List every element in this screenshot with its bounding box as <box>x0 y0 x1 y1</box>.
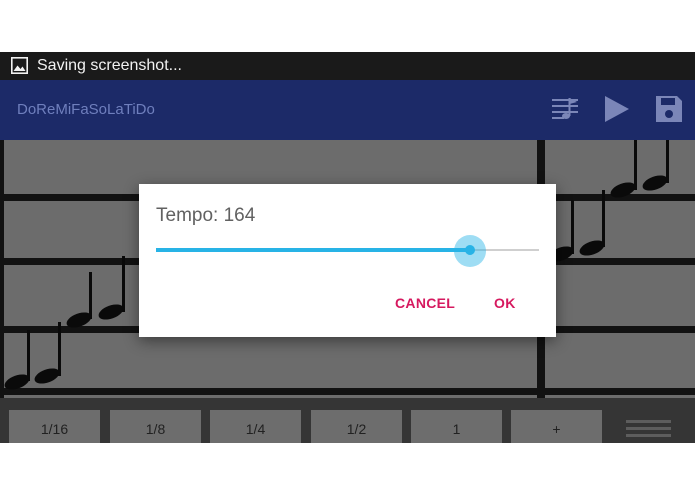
image-icon <box>11 57 28 74</box>
cancel-button[interactable]: CANCEL <box>395 295 455 311</box>
status-bar: Saving screenshot... <box>0 52 695 80</box>
app-bar: DoReMiFaSoLaTiDo <box>0 80 695 140</box>
tempo-slider[interactable] <box>156 235 539 267</box>
slider-fill <box>156 248 471 252</box>
ok-button[interactable]: OK <box>494 295 516 311</box>
tempo-settings-icon[interactable] <box>550 94 580 124</box>
status-text: Saving screenshot... <box>37 57 182 74</box>
play-icon[interactable] <box>601 94 631 124</box>
tempo-label: Tempo: 164 <box>156 205 256 226</box>
slider-thumb[interactable] <box>465 245 476 255</box>
app-title: DoReMiFaSoLaTiDo <box>17 101 155 118</box>
save-icon[interactable] <box>654 94 684 124</box>
tempo-dialog: Tempo: 164 CANCEL OK <box>139 184 556 337</box>
